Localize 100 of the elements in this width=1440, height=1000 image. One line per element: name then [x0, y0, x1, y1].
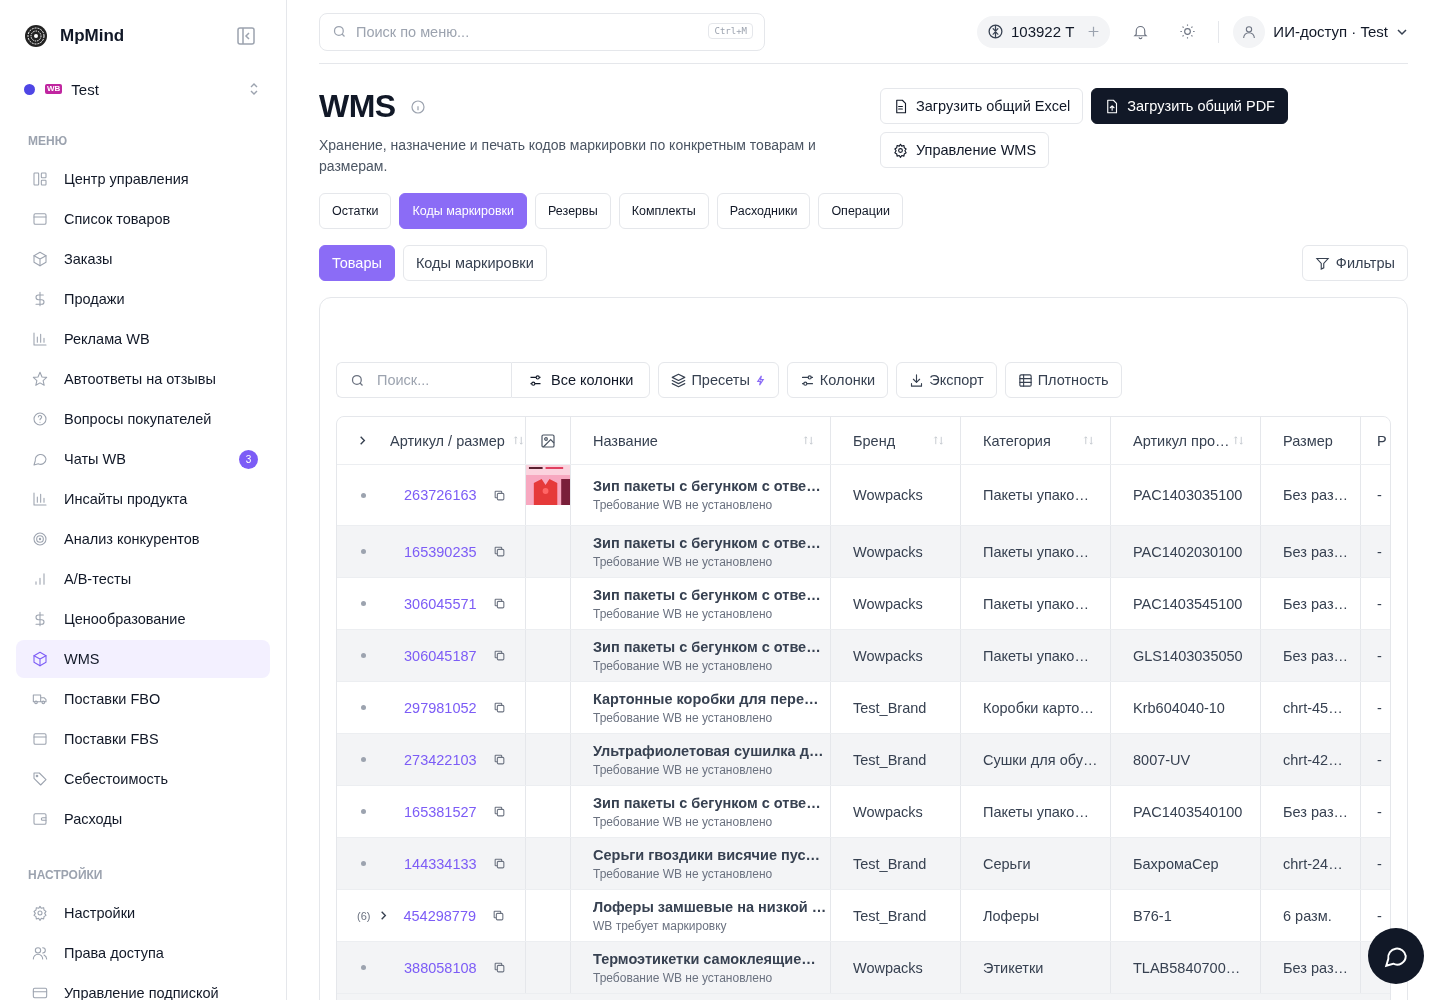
tag-icon [32, 771, 48, 787]
sun-icon[interactable] [1179, 23, 1197, 40]
column-header[interactable]: Бренд [831, 417, 961, 464]
view-tab[interactable]: Товары [319, 245, 395, 281]
tab[interactable]: Коды маркировки [399, 193, 528, 229]
article-link[interactable]: 263726163 [404, 487, 477, 503]
article-link[interactable]: 297981052 [404, 699, 477, 716]
toolbar-button[interactable]: Колонки [786, 362, 889, 398]
table-cell: Пакеты упако… [983, 543, 1089, 560]
article-link[interactable]: 165381527 [404, 803, 477, 820]
sort-icon [512, 435, 524, 446]
workspace-selector[interactable]: WB Test [16, 72, 270, 106]
nav-item[interactable]: Инсайты продукта [16, 480, 270, 518]
table-cell: Сушки для обу… [983, 751, 1098, 768]
cube-icon [32, 651, 48, 667]
nav-item[interactable]: Права доступа [16, 934, 270, 972]
copy-icon[interactable] [492, 597, 506, 610]
marking-status: Требование WB не установлено [593, 814, 773, 829]
filters-button[interactable]: Фильтры [1301, 245, 1408, 281]
copy-icon[interactable] [492, 961, 506, 974]
table-cell: - [1377, 855, 1382, 872]
table-cell: Без раз… [1283, 487, 1349, 503]
article-link[interactable]: 306045571 [404, 595, 477, 612]
column-header[interactable]: Артикул про… [1111, 417, 1261, 464]
column-header[interactable]: Название [571, 417, 831, 464]
marking-status: Требование WB не установлено [593, 866, 773, 881]
column-header[interactable]: Р [1361, 417, 1390, 464]
nav-item[interactable]: Центр управления [16, 160, 270, 198]
bullet-icon [361, 705, 366, 710]
nav-item[interactable]: Ценообразование [16, 600, 270, 638]
tab[interactable]: Комплекты [618, 193, 709, 229]
sort-icon [1233, 435, 1244, 446]
bell-icon[interactable] [1132, 23, 1150, 40]
nav-item[interactable]: Продажи [16, 280, 270, 318]
page-description: Хранение, назначение и печать кодов маркировки по конкретным товарам и размерам. [319, 136, 817, 176]
nav-item[interactable]: Расходы [16, 800, 270, 838]
article-link[interactable]: 165390235 [404, 543, 477, 560]
nav-item[interactable]: Настройки [16, 894, 270, 932]
nav-item[interactable]: Себестоимость [16, 760, 270, 798]
marking-status: Требование WB не установлено [593, 710, 773, 725]
article-link[interactable]: 388058108 [404, 959, 477, 976]
copy-icon[interactable] [492, 488, 506, 502]
tab[interactable]: Остатки [319, 193, 392, 229]
product-name: Термоэтикетки самоклеящие… [593, 950, 816, 967]
table-cell: Без раз… [1283, 647, 1349, 664]
tab[interactable]: Резервы [535, 193, 611, 229]
column-scope-button[interactable]: Все колонки [511, 362, 651, 398]
tab[interactable]: Расходники [716, 193, 811, 229]
copy-icon[interactable] [492, 909, 506, 922]
article-link[interactable]: 306045187 [404, 647, 477, 664]
marking-status: Требование WB не установлено [593, 970, 773, 985]
collapse-sidebar-icon[interactable] [236, 26, 256, 46]
article-link[interactable]: 144334133 [404, 855, 477, 872]
table-cell: - [1377, 751, 1382, 768]
nav-item[interactable]: Реклама WB [16, 320, 270, 358]
tab[interactable]: Операции [818, 193, 903, 229]
toolbar-button[interactable]: Экспорт [896, 362, 997, 398]
nav-item[interactable]: Поставки FBS [16, 720, 270, 758]
product-name: Зип пакеты с бегунком с отве… [593, 586, 821, 603]
info-icon[interactable] [409, 98, 426, 115]
copy-icon[interactable] [492, 805, 506, 818]
nav-item[interactable]: A/B-тесты [16, 560, 270, 598]
view-tab[interactable]: Коды маркировки [402, 245, 547, 281]
copy-icon[interactable] [492, 649, 506, 662]
column-header[interactable]: Категория [961, 417, 1111, 464]
action-button[interactable]: Управление WMS [880, 132, 1050, 168]
variant-count: (6) [357, 909, 371, 922]
upload-icon [1104, 98, 1120, 114]
nav-item[interactable]: Список товаров [16, 200, 270, 238]
article-link[interactable]: 273422103 [404, 751, 477, 768]
product-name: Ультрафиолетовая сушилка д… [593, 742, 824, 759]
action-button[interactable]: Загрузить общий PDF [1091, 88, 1288, 124]
nav-item[interactable]: Чаты WB 3 [16, 440, 270, 478]
copy-icon[interactable] [492, 545, 506, 558]
user-menu[interactable]: ИИ-доступ · Test [1233, 15, 1408, 48]
article-link[interactable]: 454298779 [403, 907, 477, 924]
table-cell: Пакеты упако… [983, 487, 1089, 503]
column-header[interactable]: Артикул / размер [337, 417, 526, 464]
bars-icon [32, 571, 48, 587]
chat-button[interactable] [1368, 928, 1424, 984]
action-button[interactable]: Загрузить общий Excel [880, 88, 1084, 124]
plus-icon[interactable] [1087, 25, 1101, 38]
box-icon [32, 731, 48, 747]
chevron-right-icon [357, 435, 368, 446]
column-header[interactable]: Размер [1261, 417, 1361, 464]
star-icon [32, 371, 48, 387]
nav-item[interactable]: Автоответы на отзывы [16, 360, 270, 398]
cube-icon [32, 251, 48, 267]
copy-icon[interactable] [492, 857, 506, 870]
copy-icon[interactable] [492, 753, 506, 766]
nav-item[interactable]: Заказы [16, 240, 270, 278]
toolbar-button[interactable]: Плотность [1004, 362, 1122, 398]
toolbar-button[interactable]: Пресеты [658, 362, 779, 398]
nav-item[interactable]: Вопросы покупателей [16, 400, 270, 438]
table-search-field[interactable]: Поиск... [336, 362, 511, 398]
nav-item[interactable]: Поставки FBO [16, 680, 270, 718]
token-balance[interactable]: 103922 Т [976, 15, 1111, 48]
nav-item[interactable]: Анализ конкурентов [16, 520, 270, 558]
copy-icon[interactable] [492, 701, 506, 714]
nav-item[interactable]: WMS [16, 640, 270, 678]
